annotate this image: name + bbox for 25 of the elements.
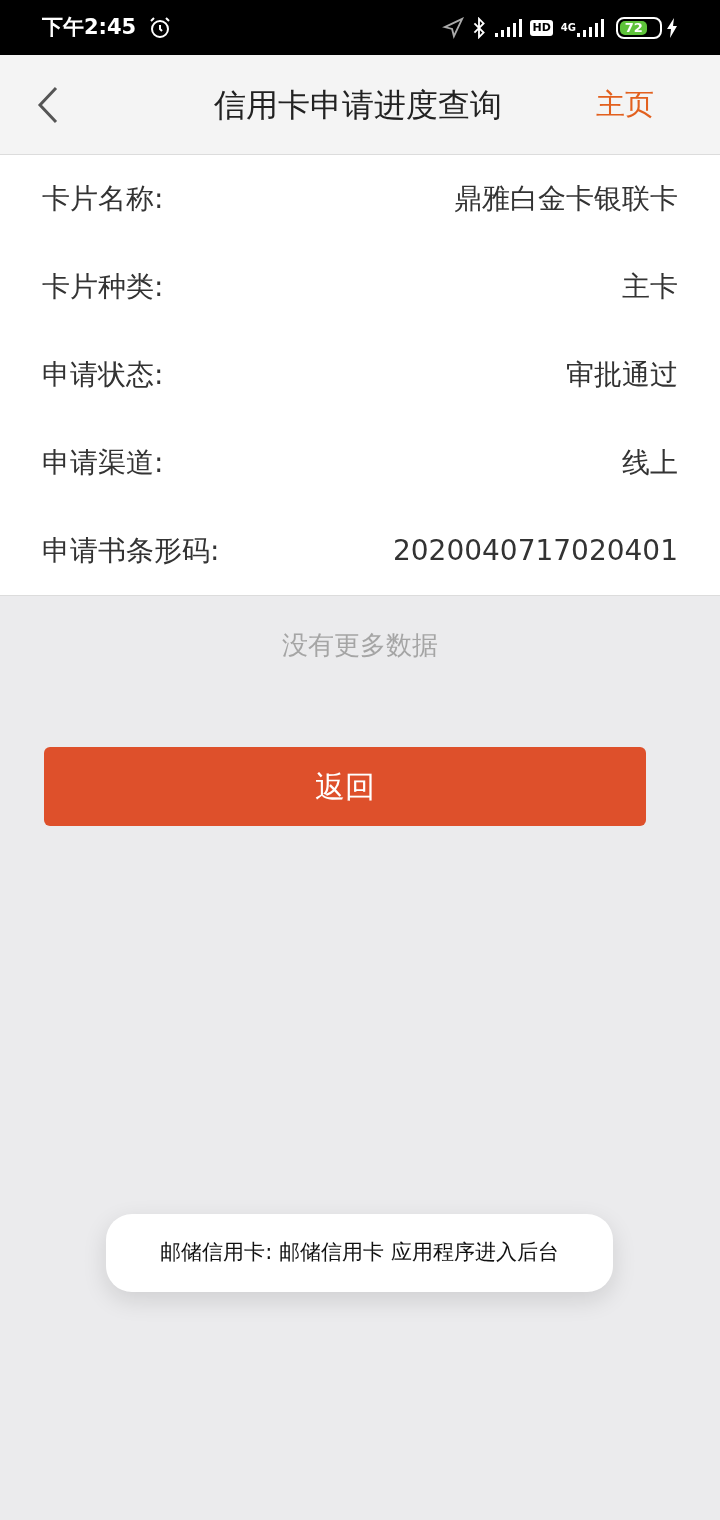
status-time: 下午2:45 bbox=[42, 13, 137, 41]
page-title: 信用卡申请进度查询 bbox=[213, 84, 503, 126]
field-value: 审批通过 bbox=[566, 357, 678, 393]
field-label: 申请书条形码: bbox=[42, 533, 220, 569]
back-icon[interactable] bbox=[36, 84, 60, 125]
field-value: 主卡 bbox=[622, 269, 678, 305]
field-label: 卡片种类: bbox=[42, 269, 164, 305]
no-more-data-text: 没有更多数据 bbox=[282, 630, 438, 660]
charging-icon bbox=[666, 17, 678, 38]
bluetooth-icon bbox=[472, 16, 487, 39]
field-value: 鼎雅白金卡银联卡 bbox=[454, 181, 678, 217]
network-type: 4G bbox=[560, 21, 576, 35]
field-value: 2020040717020401 bbox=[392, 533, 678, 569]
field-label: 申请渠道: bbox=[42, 445, 164, 481]
signal-icon bbox=[494, 17, 523, 38]
toast: 邮储信用卡: 邮储信用卡 应用程序进入后台 bbox=[106, 1214, 613, 1292]
back-button[interactable]: 返回 bbox=[44, 747, 646, 826]
battery-icon: 72 bbox=[616, 16, 662, 39]
field-label: 申请状态: bbox=[42, 357, 164, 393]
field-label: 卡片名称: bbox=[42, 181, 164, 217]
hd-badge: HD bbox=[530, 19, 553, 36]
home-link[interactable]: 主页 bbox=[596, 82, 654, 127]
location-icon bbox=[442, 16, 465, 39]
field-value: 线上 bbox=[622, 445, 678, 481]
signal-icon bbox=[576, 17, 604, 38]
